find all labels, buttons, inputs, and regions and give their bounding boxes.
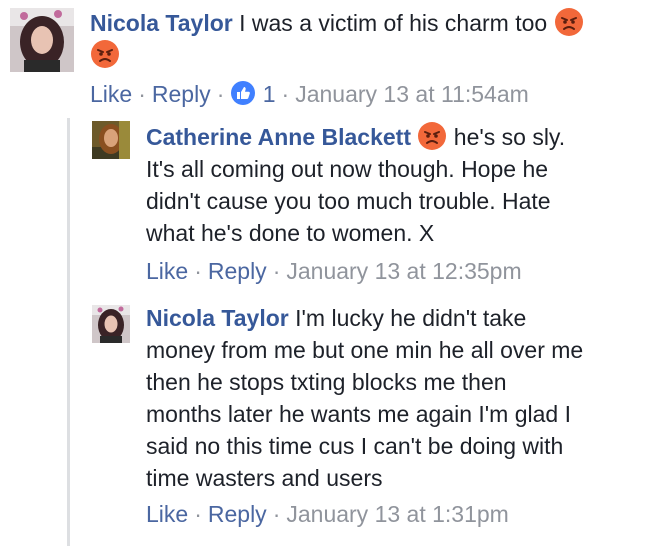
comment-body: Catherine Anne Blackett he's so sly. It'… bbox=[146, 121, 565, 249]
comment-line: Nicola Taylor I was a victim of his char… bbox=[90, 7, 584, 39]
separator-dot: · bbox=[272, 258, 281, 284]
timestamp-link[interactable]: January 13 at 1:31pm bbox=[286, 501, 508, 527]
comment-author-link[interactable]: Catherine Anne Blackett bbox=[146, 124, 411, 150]
comment-line: Catherine Anne Blackett he's so sly. bbox=[146, 121, 565, 153]
comment-text: I'm lucky he didn't take bbox=[295, 305, 527, 331]
comment-text: what he's done to women. X bbox=[146, 220, 435, 246]
reply-link[interactable]: Reply bbox=[208, 258, 267, 284]
avatar[interactable] bbox=[92, 121, 130, 159]
comment-line bbox=[90, 39, 584, 71]
like-link[interactable]: Like bbox=[146, 258, 188, 284]
separator-dot: · bbox=[216, 81, 225, 107]
reply-link[interactable]: Reply bbox=[152, 81, 211, 107]
comment-text: I was a victim of his charm too bbox=[239, 10, 548, 36]
separator-dot: · bbox=[281, 81, 290, 107]
timestamp-link[interactable]: January 13 at 12:35pm bbox=[286, 258, 521, 284]
avatar[interactable] bbox=[10, 8, 74, 72]
comment-text: didn't cause you too much trouble. Hate bbox=[146, 188, 551, 214]
comment-author-link[interactable]: Nicola Taylor bbox=[146, 305, 289, 331]
angry-face-icon bbox=[90, 39, 120, 69]
reply-link[interactable]: Reply bbox=[208, 501, 267, 527]
comment-actions: Like · Reply · 1 · January 13 at 11:54am bbox=[90, 79, 529, 109]
comment-actions: Like · Reply · January 13 at 1:31pm bbox=[146, 499, 509, 529]
separator-dot: · bbox=[138, 81, 146, 107]
reaction-count[interactable]: 1 bbox=[263, 81, 276, 107]
avatar[interactable] bbox=[92, 305, 130, 343]
comment-body: Nicola Taylor I'm lucky he didn't take m… bbox=[146, 302, 583, 494]
separator-dot: · bbox=[272, 501, 281, 527]
separator-dot: · bbox=[194, 258, 202, 284]
comment-text: time wasters and users bbox=[146, 465, 383, 491]
like-link[interactable]: Like bbox=[90, 81, 132, 107]
comment-line: Nicola Taylor I'm lucky he didn't take bbox=[146, 302, 583, 334]
separator-dot: · bbox=[194, 501, 202, 527]
timestamp-link[interactable]: January 13 at 11:54am bbox=[295, 81, 529, 107]
comment-author-link[interactable]: Nicola Taylor bbox=[90, 10, 233, 36]
comment-actions: Like · Reply · January 13 at 12:35pm bbox=[146, 256, 522, 286]
like-link[interactable]: Like bbox=[146, 501, 188, 527]
comment-body: Nicola Taylor I was a victim of his char… bbox=[90, 7, 584, 71]
comment-text: he's so sly. bbox=[453, 124, 566, 150]
comment-text: said no this time cus I can't be doing w… bbox=[146, 433, 564, 459]
comment-text: then he stops txting blocks me then bbox=[146, 369, 507, 395]
comment-text: money from me but one min he all over me bbox=[146, 337, 584, 363]
like-thumb-icon[interactable] bbox=[230, 80, 256, 106]
angry-face-icon bbox=[417, 121, 447, 151]
angry-face-icon bbox=[554, 7, 584, 37]
reply-thread-rule bbox=[67, 118, 70, 546]
comment-text: months later he wants me again I'm glad … bbox=[146, 401, 571, 427]
comment-text: It's all coming out now though. Hope he bbox=[146, 156, 549, 182]
